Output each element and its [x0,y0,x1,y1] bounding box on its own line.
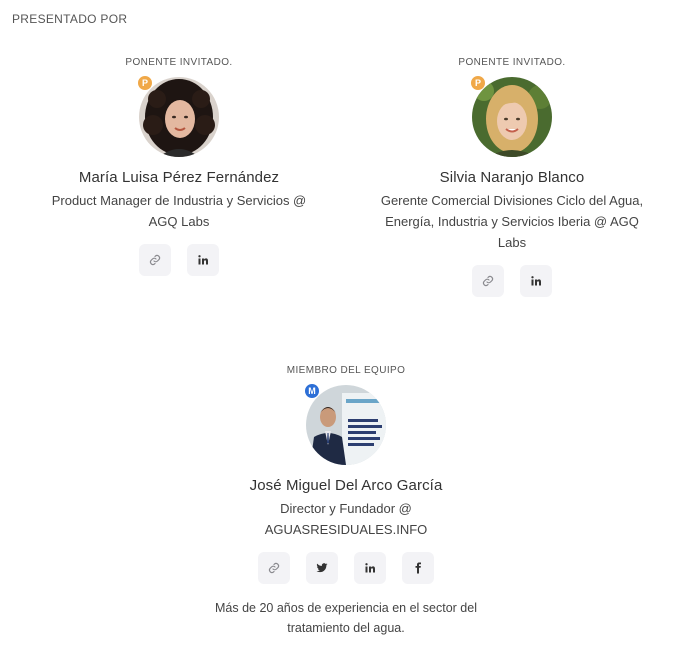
link-icon [149,254,161,266]
link-icon [482,275,494,287]
website-link-button[interactable] [258,552,290,584]
speaker-title: Product Manager de Industria y Servicios… [19,190,339,232]
linkedin-button[interactable] [354,552,386,584]
member-bio: Más de 20 años de experiencia en el sect… [186,598,506,638]
avatar-container: M [304,383,386,465]
speaker-title-line: AGQ Labs [148,214,210,229]
speaker-role: PONENTE INVITADO. [458,57,566,68]
social-links [352,265,672,297]
badge-p-icon: P [137,75,153,91]
social-links [19,244,339,276]
website-link-button[interactable] [139,244,171,276]
member-bio-line: tratamiento del agua. [287,621,405,635]
linkedin-icon [198,255,208,265]
website-link-button[interactable] [472,265,504,297]
speaker-name[interactable]: María Luisa Pérez Fernández [19,169,339,186]
link-icon [268,562,280,574]
twitter-button[interactable] [306,552,338,584]
avatar-container: P [137,75,219,157]
speaker-title-line: Product Manager de Industria y Servicios… [51,193,307,208]
member-name[interactable]: José Miguel Del Arco García [186,477,506,494]
linkedin-icon [365,563,375,573]
member-title-line: Director y Fundador @ [280,501,412,516]
speaker-title-line: Energía, Industria y Servicios Iberia @ … [385,214,639,229]
member-title-line: AGUASRESIDUALES.INFO [264,522,428,537]
speaker-name[interactable]: Silvia Naranjo Blanco [352,169,672,186]
social-links [186,552,506,584]
avatar[interactable] [139,77,219,157]
linkedin-button[interactable] [187,244,219,276]
member-role: MIEMBRO DEL EQUIPO [286,365,406,376]
facebook-button[interactable] [402,552,434,584]
facebook-icon [415,562,421,574]
linkedin-icon [531,276,541,286]
member-bio-line: Más de 20 años de experiencia en el sect… [215,601,477,615]
badge-p-icon: P [470,75,486,91]
speaker-title: Gerente Comercial Divisiones Ciclo del A… [352,190,672,253]
section-title: PRESENTADO POR [12,12,128,26]
speaker-title-line: Labs [497,235,527,250]
team-member-card-jose: MIEMBRO DEL EQUIPO M José Miguel Del Arc… [186,365,506,638]
member-title: Director y Fundador @ AGUASRESIDUALES.IN… [186,498,506,540]
avatar[interactable] [472,77,552,157]
speaker-card-silvia: PONENTE INVITADO. P Silvia Naranjo Blanc… [352,57,672,297]
speaker-title-line: Gerente Comercial Divisiones Ciclo del A… [380,193,644,208]
avatar[interactable] [306,385,386,465]
speaker-card-maria: PONENTE INVITADO. P María Luisa Pérez Fe… [19,57,339,276]
twitter-icon [316,563,328,573]
speaker-role: PONENTE INVITADO. [125,57,233,68]
linkedin-button[interactable] [520,265,552,297]
avatar-container: P [470,75,552,157]
badge-m-icon: M [304,383,320,399]
